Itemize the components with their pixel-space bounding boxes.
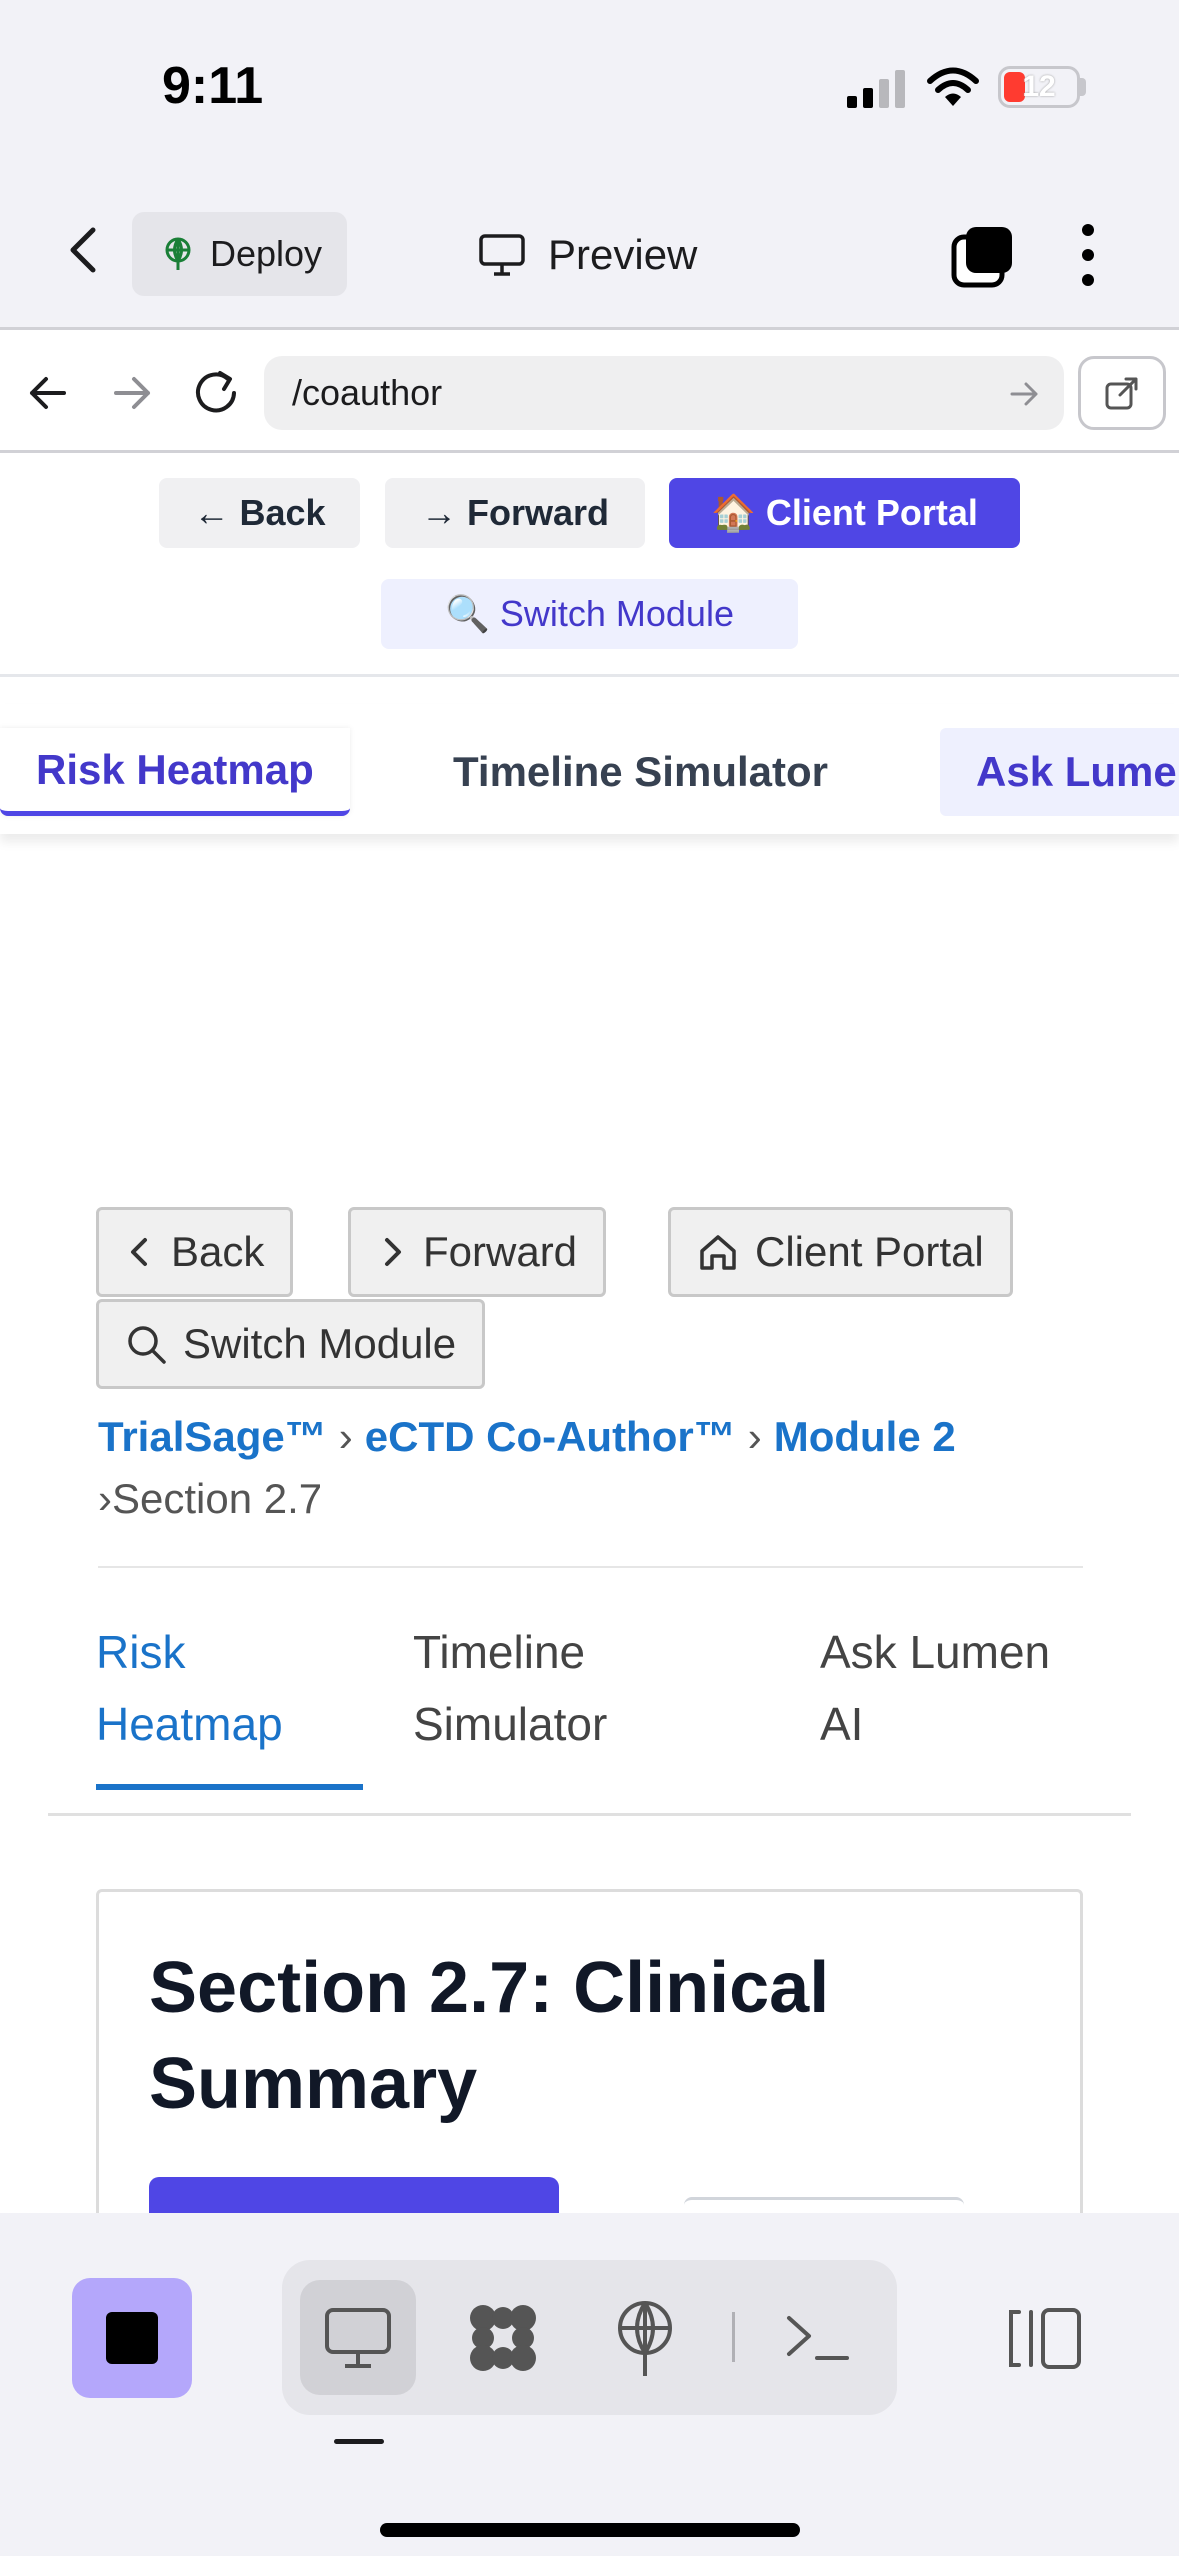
deploy-label: Deploy [210, 233, 323, 274]
arrow-left-icon[interactable] [18, 363, 78, 423]
section-secondary-button[interactable] [684, 2197, 964, 2213]
chevron-left-icon [131, 1238, 147, 1266]
open-external-button[interactable] [1078, 356, 1166, 430]
tool-divider [732, 2312, 735, 2362]
tab-risk-heatmap[interactable]: Risk Heatmap [96, 1616, 283, 1760]
preview-tool-button[interactable] [300, 2280, 416, 2395]
deploy-icon [618, 2300, 672, 2376]
module-tab-bar: Risk Heatmap Timeline Simulator Ask Lume [0, 704, 1179, 834]
module-tab-ask-lumen[interactable]: Ask Lume [940, 728, 1179, 816]
console-tool-button[interactable] [760, 2280, 876, 2395]
inner-back-button[interactable]: Back [96, 1207, 294, 1297]
browser-bar: /coauthor [0, 333, 1179, 453]
tab-timeline-line2: Simulator [413, 1698, 608, 1750]
inner-back-label: Back [171, 1228, 265, 1275]
stop-icon [106, 2312, 158, 2364]
battery-nub [1080, 78, 1086, 96]
section-card: Section 2.7: Clinical Summary [96, 1889, 1083, 2213]
breadcrumb-separator: › [338, 1413, 353, 1460]
module-tab-risk-heatmap[interactable]: Risk Heatmap [0, 728, 350, 816]
inner-client-portal-label: Client Portal [755, 1228, 984, 1275]
home-indicator[interactable] [380, 2523, 800, 2537]
tool-group [282, 2260, 897, 2415]
section-primary-button[interactable] [149, 2177, 559, 2213]
chevron-right-icon [385, 1238, 401, 1266]
active-indicator [334, 2439, 384, 2444]
section-title: Section 2.7: Clinical Summary [149, 1948, 830, 2124]
tabs-divider [48, 1813, 1131, 1816]
url-text: /coauthor [292, 372, 443, 413]
web-page: ← Back → Forward 🏠 Client Portal 🔍 Switc… [0, 456, 1179, 2213]
breadcrumb: TrialSage™ › eCTD Co-Author™ › Module 2 ›Sec… [98, 1406, 1078, 1530]
top-forward-button[interactable]: → Forward [385, 478, 645, 548]
reload-icon[interactable] [186, 363, 246, 423]
external-link-icon [1105, 377, 1138, 410]
tab-risk-heatmap-line1: Risk [96, 1626, 186, 1678]
bottom-toolbar [0, 2213, 1179, 2556]
breadcrumb-item-module-2[interactable]: Module 2 [774, 1413, 956, 1460]
breadcrumb-current: ›Section 2.7 [98, 1475, 323, 1522]
stop-button[interactable] [72, 2278, 192, 2398]
breadcrumb-item-ectd-coauthor[interactable]: eCTD Co-Author™ [365, 1413, 736, 1460]
status-bar: 9:11 12 [0, 0, 1179, 175]
arrow-right-icon[interactable] [102, 363, 162, 423]
monitor-icon [325, 2307, 391, 2368]
breadcrumb-separator: › [747, 1413, 762, 1460]
top-client-portal-button[interactable]: 🏠 Client Portal [669, 478, 1020, 548]
divider [0, 674, 1179, 677]
wifi-icon [927, 67, 979, 106]
terminal-icon [787, 2315, 849, 2360]
app-header: Deploy Preview [0, 175, 1179, 330]
url-input[interactable]: /coauthor [264, 356, 1064, 430]
deploy-icon [165, 237, 191, 270]
battery-level: 12 [1022, 70, 1056, 103]
tab-ask-lumen-line2: AI [820, 1698, 864, 1750]
tab-risk-heatmap-line2: Heatmap [96, 1698, 283, 1750]
inner-forward-label: Forward [423, 1228, 578, 1275]
inner-client-portal-button[interactable]: Client Portal [668, 1207, 1013, 1297]
split-panel-icon[interactable] [1005, 2306, 1085, 2371]
top-back-button[interactable]: ← Back [159, 478, 360, 548]
module-tab-timeline-simulator[interactable]: Timeline Simulator [453, 728, 828, 816]
tab-ask-lumen-ai[interactable]: Ask Lumen AI [820, 1616, 1050, 1760]
deploy-tool-button[interactable] [587, 2280, 703, 2395]
divider [98, 1566, 1083, 1568]
preview-tab[interactable]: Preview [478, 220, 697, 290]
deploy-button[interactable]: Deploy [132, 212, 347, 296]
tabs-icon[interactable] [950, 223, 1016, 289]
status-time: 9:11 [162, 57, 264, 115]
monitor-icon [479, 234, 525, 276]
inner-forward-button[interactable]: Forward [348, 1207, 607, 1297]
blocks-icon [470, 2304, 536, 2371]
tab-timeline-simulator[interactable]: Timeline Simulator [413, 1616, 607, 1760]
breadcrumb-item-trialsage[interactable]: TrialSage™ [98, 1413, 327, 1460]
search-icon [128, 1326, 166, 1364]
chevron-left-icon[interactable] [55, 220, 115, 280]
integrations-tool-button[interactable] [445, 2280, 561, 2395]
preview-label: Preview [548, 231, 698, 278]
inner-switch-module-label: Switch Module [183, 1320, 457, 1367]
tab-ask-lumen-line1: Ask Lumen [820, 1626, 1051, 1678]
cellular-signal-icon [847, 70, 905, 108]
active-tab-indicator [96, 1784, 363, 1790]
home-icon [700, 1235, 736, 1270]
tab-timeline-line1: Timeline [413, 1626, 586, 1678]
top-switch-module-button[interactable]: 🔍 Switch Module [381, 579, 798, 649]
go-arrow-icon[interactable] [1004, 374, 1044, 414]
battery-icon: 12 [998, 66, 1080, 108]
inner-switch-module-button[interactable]: Switch Module [96, 1299, 486, 1389]
more-vertical-icon[interactable] [1068, 220, 1108, 290]
